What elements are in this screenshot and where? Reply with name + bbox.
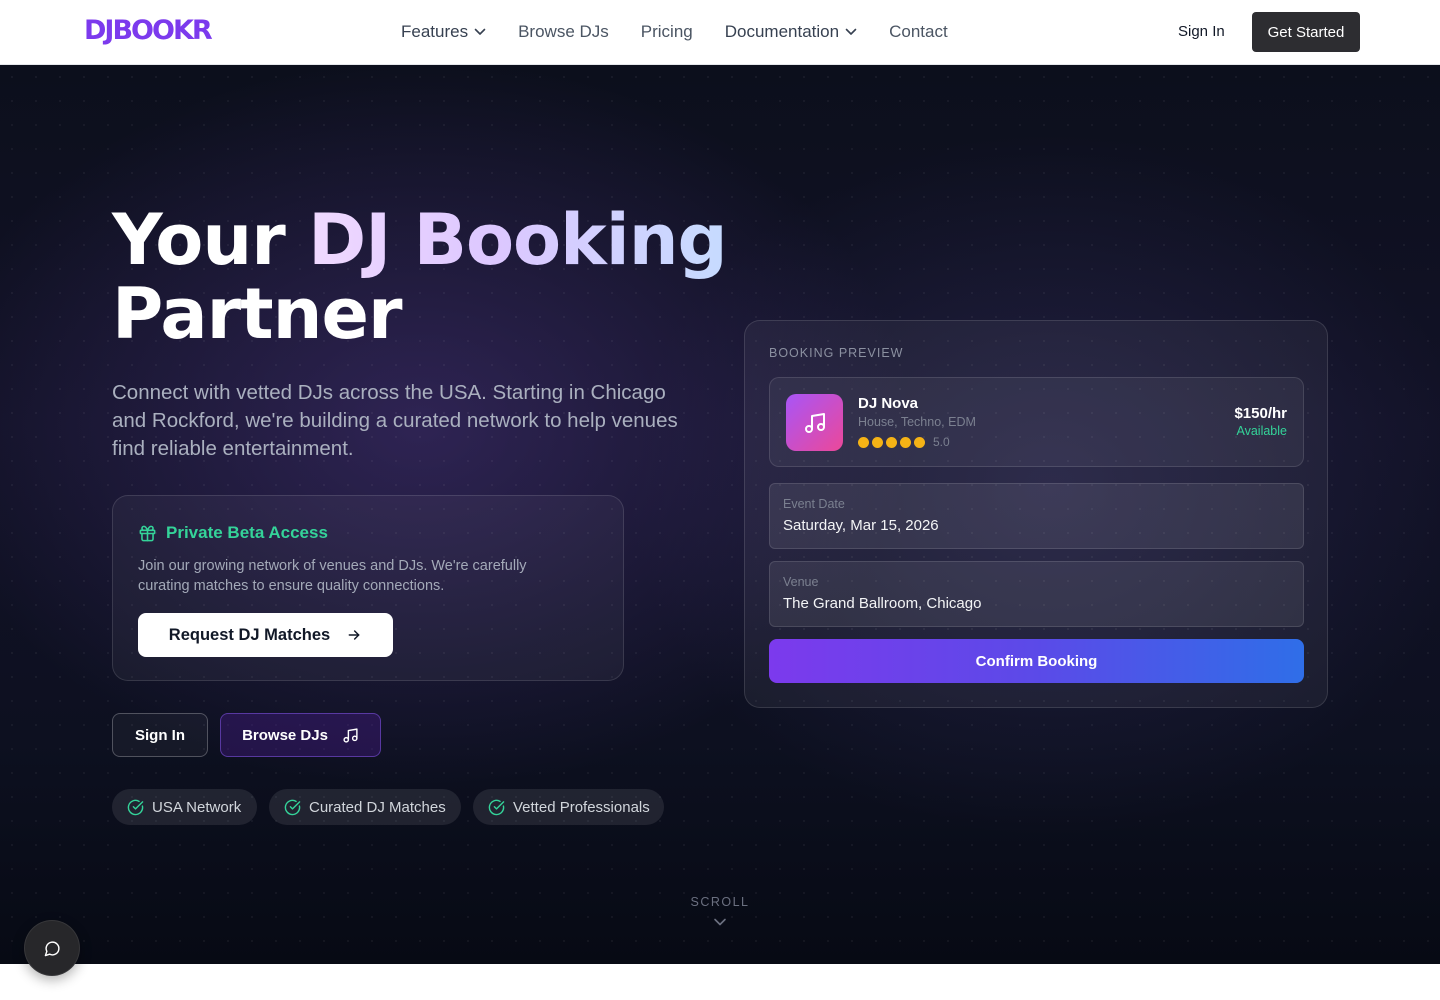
feature-chip-curated-matches: Curated DJ Matches	[269, 789, 461, 825]
dj-price: $150/hr	[1234, 405, 1287, 422]
nav-item-features[interactable]: Features	[401, 20, 486, 44]
nav-item-pricing[interactable]: Pricing	[641, 20, 693, 44]
event-date-field[interactable]: Event Date Saturday, Mar 15, 2026	[769, 483, 1304, 549]
field-label: Venue	[783, 575, 819, 589]
hero-title: Your DJ Booking Partner	[112, 203, 728, 351]
hero-title-gradient: DJ Booking	[308, 199, 728, 281]
dj-genres: House, Techno, EDM	[858, 415, 976, 429]
field-label: Event Date	[783, 497, 845, 511]
hero-section: Your DJ Booking Partner Connect with vet…	[0, 65, 1440, 964]
nav-item-documentation[interactable]: Documentation	[725, 20, 857, 44]
hero-title-plain: Your	[112, 199, 286, 281]
dj-rating-value: 5.0	[933, 435, 950, 449]
hero-title-line2: Partner	[112, 273, 402, 355]
hero-browse-djs-button[interactable]: Browse DJs	[220, 713, 381, 757]
star-icon	[900, 436, 911, 448]
beta-title-text: Private Beta Access	[166, 523, 328, 542]
nav-item-label: Features	[401, 22, 469, 41]
star-icon	[914, 436, 925, 448]
chip-label: USA Network	[152, 798, 242, 816]
dj-rating: 5.0	[858, 435, 950, 449]
dj-name: DJ Nova	[858, 395, 919, 412]
dj-profile-row[interactable]: DJ Nova House, Techno, EDM 5.0 $150/hr A…	[769, 377, 1304, 467]
arrow-right-icon	[348, 630, 360, 640]
top-navbar: DJBOOKR Features Browse DJs Pricing Docu…	[0, 0, 1440, 65]
booking-preview-label: BOOKING PREVIEW	[769, 346, 904, 360]
chip-label: Curated DJ Matches	[309, 798, 446, 816]
chevron-down-icon[interactable]	[713, 917, 727, 927]
confirm-booking-button[interactable]: Confirm Booking	[769, 639, 1304, 683]
gift-icon	[139, 525, 156, 541]
hero-subtitle: Connect with vetted DJs across the USA. …	[112, 381, 678, 460]
star-icon	[858, 436, 869, 448]
hero-sign-in-button[interactable]: Sign In	[112, 713, 208, 757]
beta-description: Join our growing network of venues and D…	[138, 558, 527, 594]
field-value: The Grand Ballroom, Chicago	[783, 595, 982, 612]
field-value: Saturday, Mar 15, 2026	[783, 517, 939, 534]
private-beta-card: Private Beta Access Join our growing net…	[112, 495, 624, 681]
chip-label: Vetted Professionals	[513, 798, 650, 816]
star-icon	[886, 436, 897, 448]
music-note-icon	[804, 412, 825, 433]
feature-chip-vetted-professionals: Vetted Professionals	[473, 789, 664, 825]
scroll-indicator-label[interactable]: SCROLL	[660, 895, 780, 909]
chat-bubble-icon	[44, 940, 60, 956]
venue-field[interactable]: Venue The Grand Ballroom, Chicago	[769, 561, 1304, 627]
check-circle-icon	[488, 799, 505, 815]
chevron-down-icon	[474, 28, 486, 35]
chat-launcher-button[interactable]	[24, 920, 80, 976]
music-note-icon	[343, 727, 358, 743]
check-circle-icon	[284, 799, 301, 815]
nav-item-contact[interactable]: Contact	[889, 20, 948, 44]
button-label: Browse DJs	[242, 726, 328, 744]
nav-item-browse-djs[interactable]: Browse DJs	[518, 20, 609, 44]
booking-preview-card: BOOKING PREVIEW DJ Nova House, Techno, E…	[744, 320, 1328, 708]
dj-availability-status: Available	[1236, 424, 1287, 438]
nav-item-label: Documentation	[724, 22, 840, 41]
get-started-button[interactable]: Get Started	[1252, 12, 1360, 52]
beta-heading: Private Beta Access	[138, 523, 328, 543]
feature-chip-usa-network: USA Network	[112, 789, 257, 825]
dj-avatar	[786, 394, 843, 451]
check-circle-icon	[127, 799, 144, 815]
brand-logo[interactable]: DJBOOKR	[84, 14, 213, 48]
button-label: Request DJ Matches	[168, 625, 331, 644]
star-icon	[872, 436, 883, 448]
request-dj-matches-button[interactable]: Request DJ Matches	[138, 613, 393, 657]
chevron-down-icon	[845, 28, 857, 35]
nav-sign-in-link[interactable]: Sign In	[1178, 21, 1225, 43]
main-nav: Features Browse DJs Pricing Documentatio…	[401, 20, 948, 44]
